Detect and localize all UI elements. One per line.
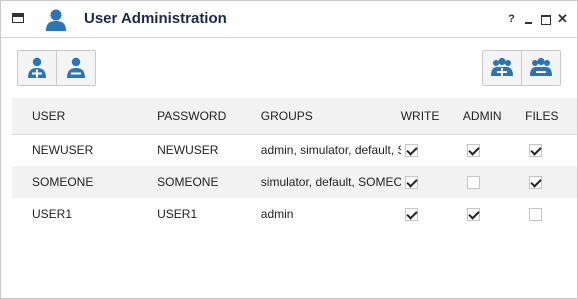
users-table: USER PASSWORD GROUPS WRITE ADMIN FILES N…	[12, 98, 577, 230]
admin-checkbox[interactable]	[466, 208, 480, 222]
files-checkbox[interactable]	[529, 208, 543, 222]
user-cell[interactable]: USER1	[12, 198, 157, 230]
table-row[interactable]: SOMEONE SOMEONE simulator, default, SOME…	[12, 166, 577, 198]
groups-cell[interactable]: simulator, default, SOMEONE	[261, 166, 401, 198]
files-checkbox[interactable]	[529, 176, 543, 190]
admin-checkbox[interactable]	[466, 144, 480, 158]
password-cell[interactable]: USER1	[157, 198, 261, 230]
table-row[interactable]: USER1 USER1 admin	[12, 198, 577, 230]
window-title: User Administration	[84, 10, 227, 27]
password-cell[interactable]: NEWUSER	[157, 134, 261, 166]
groups-cell[interactable]: admin	[261, 198, 401, 230]
admin-checkbox[interactable]	[466, 176, 480, 190]
title-bar[interactable]: User Administration ? ✕	[1, 1, 577, 38]
add-user-button[interactable]	[18, 51, 56, 85]
close-icon[interactable]: ✕	[557, 12, 568, 25]
column-header-write[interactable]: WRITE	[401, 98, 463, 134]
column-header-groups[interactable]: GROUPS	[261, 98, 401, 134]
groups-cell[interactable]: admin, simulator, default, SOMEONE	[261, 134, 401, 166]
write-checkbox[interactable]	[404, 176, 418, 190]
user-admin-window: User Administration ? ✕ USER PASSWORD GR…	[0, 0, 578, 299]
window-menu-icon[interactable]	[12, 13, 24, 23]
column-header-user[interactable]: USER	[12, 98, 157, 134]
write-checkbox[interactable]	[404, 144, 418, 158]
user-cell[interactable]: SOMEONE	[12, 166, 157, 198]
group-actions-group	[482, 50, 561, 86]
write-checkbox[interactable]	[404, 208, 418, 222]
user-cell[interactable]: NEWUSER	[12, 134, 157, 166]
column-header-admin[interactable]: ADMIN	[463, 98, 525, 134]
column-header-files[interactable]: FILES	[525, 98, 577, 134]
remove-group-button[interactable]	[521, 51, 560, 85]
remove-user-button[interactable]	[56, 51, 95, 85]
user-actions-group	[17, 50, 96, 86]
add-user-icon	[28, 57, 46, 78]
user-icon	[46, 9, 66, 31]
help-icon[interactable]: ?	[506, 13, 517, 25]
minimize-icon[interactable]	[523, 13, 534, 25]
password-cell[interactable]: SOMEONE	[157, 166, 261, 198]
maximize-icon[interactable]	[540, 13, 551, 25]
column-header-password[interactable]: PASSWORD	[157, 98, 261, 134]
remove-user-icon	[67, 57, 85, 78]
files-checkbox[interactable]	[529, 144, 543, 158]
toolbar	[1, 38, 577, 94]
table-row[interactable]: NEWUSER NEWUSER admin, simulator, defaul…	[12, 134, 577, 166]
add-group-icon	[491, 57, 513, 76]
remove-group-icon	[530, 57, 552, 76]
add-group-button[interactable]	[483, 51, 521, 85]
table-header-row: USER PASSWORD GROUPS WRITE ADMIN FILES	[12, 98, 577, 134]
